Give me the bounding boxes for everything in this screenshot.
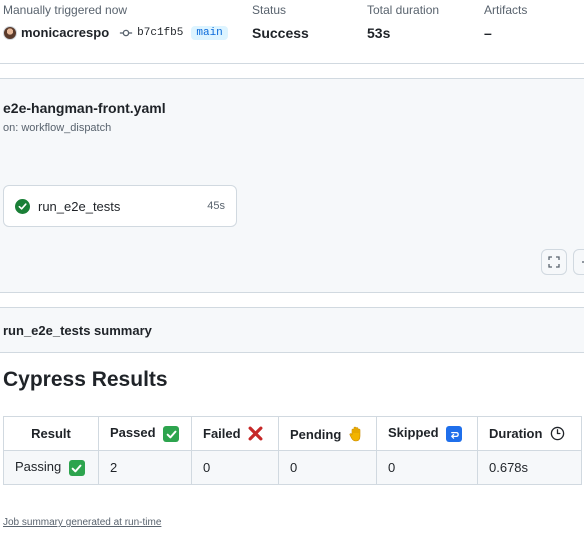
cell-passed: 2 — [98, 450, 192, 485]
job-duration: 45s — [207, 200, 225, 212]
fullscreen-icon — [548, 256, 560, 268]
commit-sha-link[interactable]: b7c1fb5 — [137, 27, 183, 39]
clock-icon — [550, 426, 565, 441]
cell-skipped: 0 — [376, 450, 478, 485]
cell-failed: 0 — [191, 450, 279, 485]
workflow-trigger: on: workflow_dispatch — [3, 122, 112, 134]
job-summary-title: run_e2e_tests summary — [3, 323, 152, 338]
job-card-run-e2e-tests[interactable]: run_e2e_tests 45s — [3, 185, 237, 227]
duration-label: Total duration — [367, 3, 440, 17]
cross-mark-icon — [248, 426, 263, 441]
check-mark-icon — [68, 460, 85, 477]
duration-value: 53s — [367, 25, 391, 41]
cell-duration: 0.678s — [477, 450, 582, 485]
column-header-result: Result — [3, 416, 99, 451]
trigger-label: Manually triggered now — [3, 3, 128, 17]
actor-link[interactable]: monicacrespo — [21, 25, 109, 40]
cell-pending: 0 — [278, 450, 377, 485]
report-title: Cypress Results — [3, 368, 168, 391]
status-value: Success — [252, 25, 309, 41]
workflow-file-name: e2e-hangman-front.yaml — [3, 100, 166, 116]
results-table: Result Passed Failed Pending Skipped Dur… — [3, 416, 582, 485]
return-arrow-icon — [446, 426, 463, 443]
fullscreen-button[interactable] — [541, 249, 567, 275]
check-mark-icon — [163, 426, 180, 443]
run-summary-bar: Manually triggered now monicacrespo b7c1… — [0, 0, 584, 64]
trigger-info: monicacrespo b7c1fb5 main — [3, 25, 228, 40]
avatar[interactable] — [3, 25, 17, 40]
artifacts-label: Artifacts — [484, 3, 528, 17]
status-label: Status — [252, 3, 287, 17]
job-name: run_e2e_tests — [38, 198, 121, 214]
raised-hand-icon — [349, 426, 361, 441]
branch-badge[interactable]: main — [191, 25, 228, 40]
column-header-skipped: Skipped — [376, 416, 478, 451]
commit-icon — [120, 29, 133, 36]
table-row: Passing 2 0 0 0 0.678s — [3, 450, 582, 485]
column-header-passed: Passed — [98, 416, 192, 451]
minus-icon — [582, 261, 584, 263]
artifacts-value: – — [484, 25, 492, 41]
column-header-duration: Duration — [477, 416, 582, 451]
zoom-out-button[interactable] — [573, 249, 584, 275]
workflow-graph-panel: e2e-hangman-front.yaml on: workflow_disp… — [0, 78, 584, 293]
column-header-pending: Pending — [278, 416, 377, 451]
success-check-icon — [15, 198, 30, 214]
cell-result: Passing — [3, 450, 99, 485]
job-summary-header: run_e2e_tests summary — [0, 307, 584, 353]
results-header-row: Result Passed Failed Pending Skipped Dur… — [3, 416, 582, 451]
column-header-failed: Failed — [191, 416, 279, 451]
job-summary-footer-link[interactable]: Job summary generated at run-time — [3, 517, 161, 528]
